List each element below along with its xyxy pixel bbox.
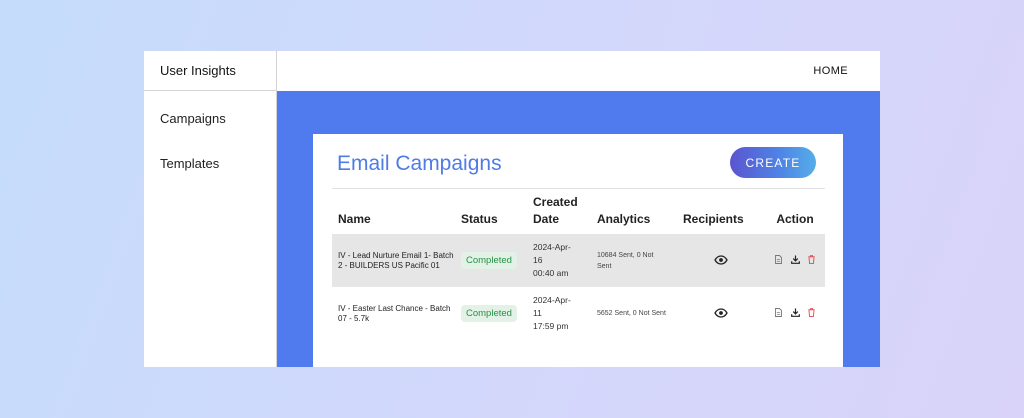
created-date-line3: 17:59 pm xyxy=(533,321,569,331)
topbar: HOME xyxy=(277,51,880,90)
created-date-line1: 2024-Apr- xyxy=(533,295,571,305)
sidebar: User Insights Campaigns Templates xyxy=(144,51,277,367)
table-row: IV - Easter Last Chance - Batch 07 - 5.7… xyxy=(332,287,825,340)
created-date-line1: 2024-Apr- xyxy=(533,242,571,252)
column-header-name: Name xyxy=(338,212,371,226)
table-header-row: Name Status Created Date Analytics Recip… xyxy=(332,194,825,234)
action-cell xyxy=(759,234,825,287)
column-header-created-line1: Created xyxy=(533,195,578,209)
table-row: IV - Lead Nurture Email 1- Batch 2 - BUI… xyxy=(332,234,825,287)
status-cell: Completed xyxy=(455,287,527,340)
column-header-created: Created Date xyxy=(527,194,591,234)
analytics-line1: 10684 Sent, 0 Not xyxy=(597,251,654,259)
created-date-line3: 00:40 am xyxy=(533,268,569,278)
divider xyxy=(332,188,825,189)
main-content: Email Campaigns CREATE Name Status Creat… xyxy=(277,91,880,367)
recipients-cell xyxy=(677,287,759,340)
sidebar-item-templates[interactable]: Templates xyxy=(144,152,276,174)
trash-icon[interactable] xyxy=(808,308,815,319)
analytics-line2: Sent xyxy=(597,262,612,270)
document-copy-icon[interactable] xyxy=(775,308,783,319)
column-header-action: Action xyxy=(776,212,814,226)
campaign-name: IV - Lead Nurture Email 1- Batch 2 - BUI… xyxy=(332,234,455,287)
status-badge: Completed xyxy=(461,252,517,269)
recipients-cell xyxy=(677,234,759,287)
sidebar-item-campaigns[interactable]: Campaigns xyxy=(144,107,276,129)
eye-icon[interactable] xyxy=(714,307,728,320)
trash-icon[interactable] xyxy=(808,255,815,266)
created-date-line2: 11 xyxy=(533,308,542,318)
document-copy-icon[interactable] xyxy=(775,255,783,266)
column-header-analytics: Analytics xyxy=(597,212,651,226)
analytics-text: 5652 Sent, 0 Not Sent xyxy=(591,287,677,340)
campaign-name: IV - Easter Last Chance - Batch 07 - 5.7… xyxy=(338,303,451,323)
analytics-text: 10684 Sent, 0 Not Sent xyxy=(591,234,677,287)
column-header-recipients: Recipients xyxy=(683,212,744,226)
eye-icon[interactable] xyxy=(714,254,728,267)
download-icon[interactable] xyxy=(790,308,800,319)
page-title: Email Campaigns xyxy=(337,152,502,175)
download-icon[interactable] xyxy=(790,255,800,266)
create-button[interactable]: CREATE xyxy=(730,147,816,178)
action-cell xyxy=(759,287,825,340)
analytics-line1: 5652 Sent, 0 Not Sent xyxy=(597,310,666,317)
column-header-created-line2: Date xyxy=(533,212,560,226)
campaigns-table: Name Status Created Date Analytics Recip… xyxy=(332,194,825,340)
created-date-line2: 16 xyxy=(533,255,543,265)
home-link[interactable]: HOME xyxy=(813,65,848,77)
campaigns-card: Email Campaigns CREATE Name Status Creat… xyxy=(313,134,843,367)
status-cell: Completed xyxy=(455,234,527,287)
created-date: 2024-Apr- 11 17:59 pm xyxy=(527,287,591,340)
status-badge: Completed xyxy=(461,305,517,322)
app-window: User Insights Campaigns Templates HOME E… xyxy=(144,51,880,367)
created-date: 2024-Apr- 16 00:40 am xyxy=(527,234,591,287)
column-header-status: Status xyxy=(461,212,498,226)
app-title: User Insights xyxy=(144,51,276,91)
